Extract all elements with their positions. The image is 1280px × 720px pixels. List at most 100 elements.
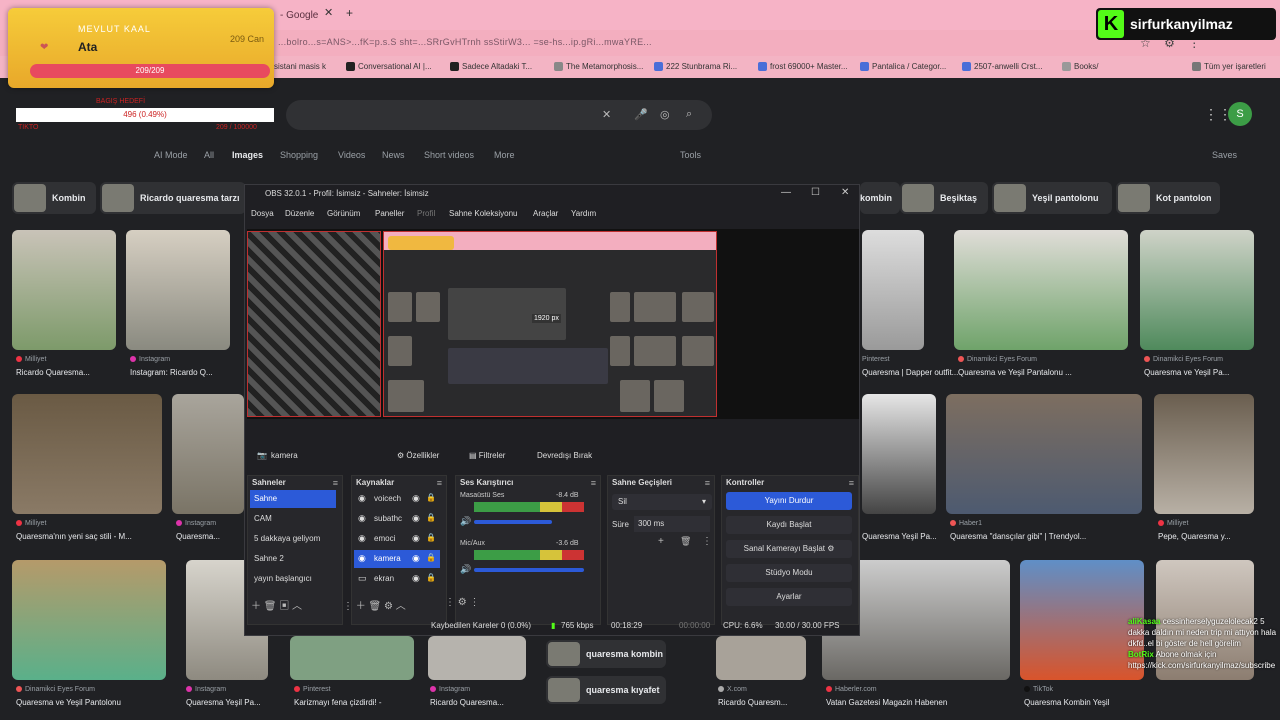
menu-paneller[interactable]: Paneller <box>375 209 404 218</box>
image-result[interactable] <box>1140 230 1254 350</box>
chip-kombin-2[interactable]: kombin <box>860 182 900 214</box>
filter-videos[interactable]: Videos <box>338 150 365 160</box>
tab-close-icon[interactable]: ✕ <box>324 6 333 19</box>
image-caption[interactable]: Quaresma "dansçılar gibi" | Trendyol... <box>950 532 1086 541</box>
mixer-tools[interactable]: ⋮ ⚙ ⋮ <box>445 597 480 608</box>
image-caption[interactable]: Pepe, Quaresma y... <box>1158 532 1231 541</box>
more-icon[interactable]: ⋮ <box>702 536 712 547</box>
menu-profil[interactable]: Profil <box>417 209 435 218</box>
trash-icon[interactable]: 🗑 <box>680 536 691 547</box>
source-item[interactable]: ◉ voicech ◉ 🔒 <box>354 490 440 508</box>
lock-icon[interactable]: 🔒 <box>426 493 436 502</box>
image-caption[interactable]: Quaresma ve Yeşil Pa... <box>1144 368 1229 377</box>
image-caption[interactable]: Karizmayı fena çizdirdi! - <box>294 698 382 707</box>
search-box[interactable]: ✕ 🎤 ◎ ⌕ <box>286 100 712 130</box>
image-result[interactable] <box>862 394 936 514</box>
menu-gorunum[interactable]: Görünüm <box>327 209 360 218</box>
image-caption[interactable]: Quaresma | Dapper outfit... <box>862 368 958 377</box>
image-result[interactable] <box>172 394 244 514</box>
image-caption[interactable]: Ricardo Quaresma... <box>16 368 90 377</box>
bookmark-item[interactable]: Tüm yer işaretleri <box>1192 62 1266 72</box>
bookmark-item[interactable]: Pantalica / Categor... <box>860 62 946 72</box>
image-result[interactable] <box>12 560 166 680</box>
eye-icon[interactable]: ◉ <box>412 553 420 564</box>
disable-button[interactable]: Devredışı Bırak <box>537 451 592 460</box>
dock-menu-icon[interactable]: ≡ <box>705 478 710 488</box>
dock-menu-icon[interactable]: ≡ <box>849 478 854 488</box>
image-caption[interactable]: Ricardo Quaresm... <box>718 698 787 707</box>
bookmark-item[interactable]: The Metamorphosis... <box>554 62 643 72</box>
scene-tools[interactable]: ＋ 🗑 ▣ ︿ <box>251 597 302 612</box>
source-item[interactable]: ◉ subathc ◉ 🔒 <box>354 510 440 528</box>
add-icon[interactable]: + <box>658 536 664 547</box>
speaker-icon[interactable]: 🔊 <box>460 564 471 575</box>
image-result[interactable] <box>1154 394 1254 514</box>
url-text[interactable]: ...bolro...s=ANS>...fK=p.s.S sht=...SRrG… <box>278 37 1098 47</box>
chip-besiktas[interactable]: Beşiktaş <box>900 182 988 214</box>
image-result[interactable] <box>126 230 230 350</box>
bookmark-item[interactable]: Books/ <box>1062 62 1098 72</box>
filter-images[interactable]: Images <box>232 150 263 160</box>
image-caption[interactable]: Ricardo Quaresma... <box>430 698 504 707</box>
camera-placeholder[interactable] <box>247 231 381 417</box>
bookmark-item[interactable]: Sadece Altadaki T... <box>450 62 532 72</box>
dock-menu-icon[interactable]: ≡ <box>333 478 338 488</box>
saved-button[interactable]: Saves <box>1212 150 1237 160</box>
image-caption[interactable]: Quaresma'nın yeni saç stili - M... <box>16 532 132 541</box>
lock-icon[interactable]: 🔒 <box>426 513 436 522</box>
gear-icon[interactable]: ⚙ <box>827 544 834 553</box>
image-result[interactable] <box>12 394 162 514</box>
image-caption[interactable]: Instagram: Ricardo Q... <box>130 368 213 377</box>
related-search[interactable]: quaresma kombin <box>546 640 666 668</box>
lock-icon[interactable]: 🔒 <box>426 573 436 582</box>
menu-dosya[interactable]: Dosya <box>251 209 274 218</box>
search-icon[interactable]: ⌕ <box>686 108 692 121</box>
mic-icon[interactable]: 🎤 <box>634 108 648 121</box>
filter-all[interactable]: All <box>204 150 214 160</box>
source-tools[interactable]: ⋮ ＋ 🗑 ⚙ ︿ <box>343 597 406 612</box>
lock-icon[interactable]: 🔒 <box>426 553 436 562</box>
image-result[interactable] <box>716 636 806 680</box>
image-result[interactable] <box>12 230 116 350</box>
image-caption[interactable]: Quaresma Yeşil Pa... <box>186 698 261 707</box>
menu-yardim[interactable]: Yardım <box>571 209 596 218</box>
chip-yesil[interactable]: Yeşil pantolonu <box>992 182 1112 214</box>
image-result[interactable] <box>290 636 414 680</box>
scene-item[interactable]: yayın başlangıcı <box>250 570 336 588</box>
screen-capture-source[interactable]: 1920 px <box>383 231 717 417</box>
studio-mode-button[interactable]: Stüdyo Modu <box>726 564 852 582</box>
new-tab-icon[interactable]: + <box>346 6 353 20</box>
bookmark-item[interactable]: 222 Stunbrama Ri... <box>654 62 737 72</box>
stop-stream-button[interactable]: Yayını Durdur <box>726 492 852 510</box>
obs-preview[interactable]: 1920 px <box>247 229 859 419</box>
source-item[interactable]: ◉ emoci ◉ 🔒 <box>354 530 440 548</box>
eye-icon[interactable]: ◉ <box>412 513 420 524</box>
menu-duzenle[interactable]: Düzenle <box>285 209 314 218</box>
dock-menu-icon[interactable]: ≡ <box>437 478 442 488</box>
image-caption[interactable]: Quaresma ve Yeşil Pantolonu <box>16 698 121 707</box>
source-item[interactable]: ▭ ekran ◉ 🔒 <box>354 570 440 588</box>
chip-ricardo[interactable]: Ricardo quaresma tarzı <box>100 182 246 214</box>
image-caption[interactable]: Quaresma... <box>176 532 220 541</box>
filter-news[interactable]: News <box>382 150 405 160</box>
eye-icon[interactable]: ◉ <box>412 573 420 584</box>
image-result[interactable] <box>1020 560 1144 680</box>
filter-shopping[interactable]: Shopping <box>280 150 318 160</box>
tools-button[interactable]: Tools <box>680 150 701 160</box>
menu-sahne-koleksiyonu[interactable]: Sahne Koleksiyonu <box>449 209 518 218</box>
transition-select[interactable]: Sil ▾ <box>612 494 712 510</box>
bookmark-item[interactable]: frost 69000+ Master... <box>758 62 848 72</box>
filter-ai-mode[interactable]: AI Mode <box>154 150 188 160</box>
speaker-icon[interactable]: 🔊 <box>460 516 471 527</box>
settings-button[interactable]: Ayarlar <box>726 588 852 606</box>
avatar[interactable]: S <box>1228 102 1252 126</box>
chip-kombin[interactable]: Kombin <box>12 182 96 214</box>
clear-icon[interactable]: ✕ <box>602 108 611 121</box>
scene-item[interactable]: Sahne 2 <box>250 550 336 568</box>
image-caption[interactable]: Quaresma ve Yeşil Pantalonu ... <box>958 368 1072 377</box>
volume-slider[interactable] <box>474 520 552 524</box>
scene-item[interactable]: 5 dakkaya geliyom <box>250 530 336 548</box>
duration-input[interactable]: 300 ms <box>634 516 710 532</box>
start-recording-button[interactable]: Kaydı Başlat <box>726 516 852 534</box>
image-result[interactable] <box>428 636 526 680</box>
